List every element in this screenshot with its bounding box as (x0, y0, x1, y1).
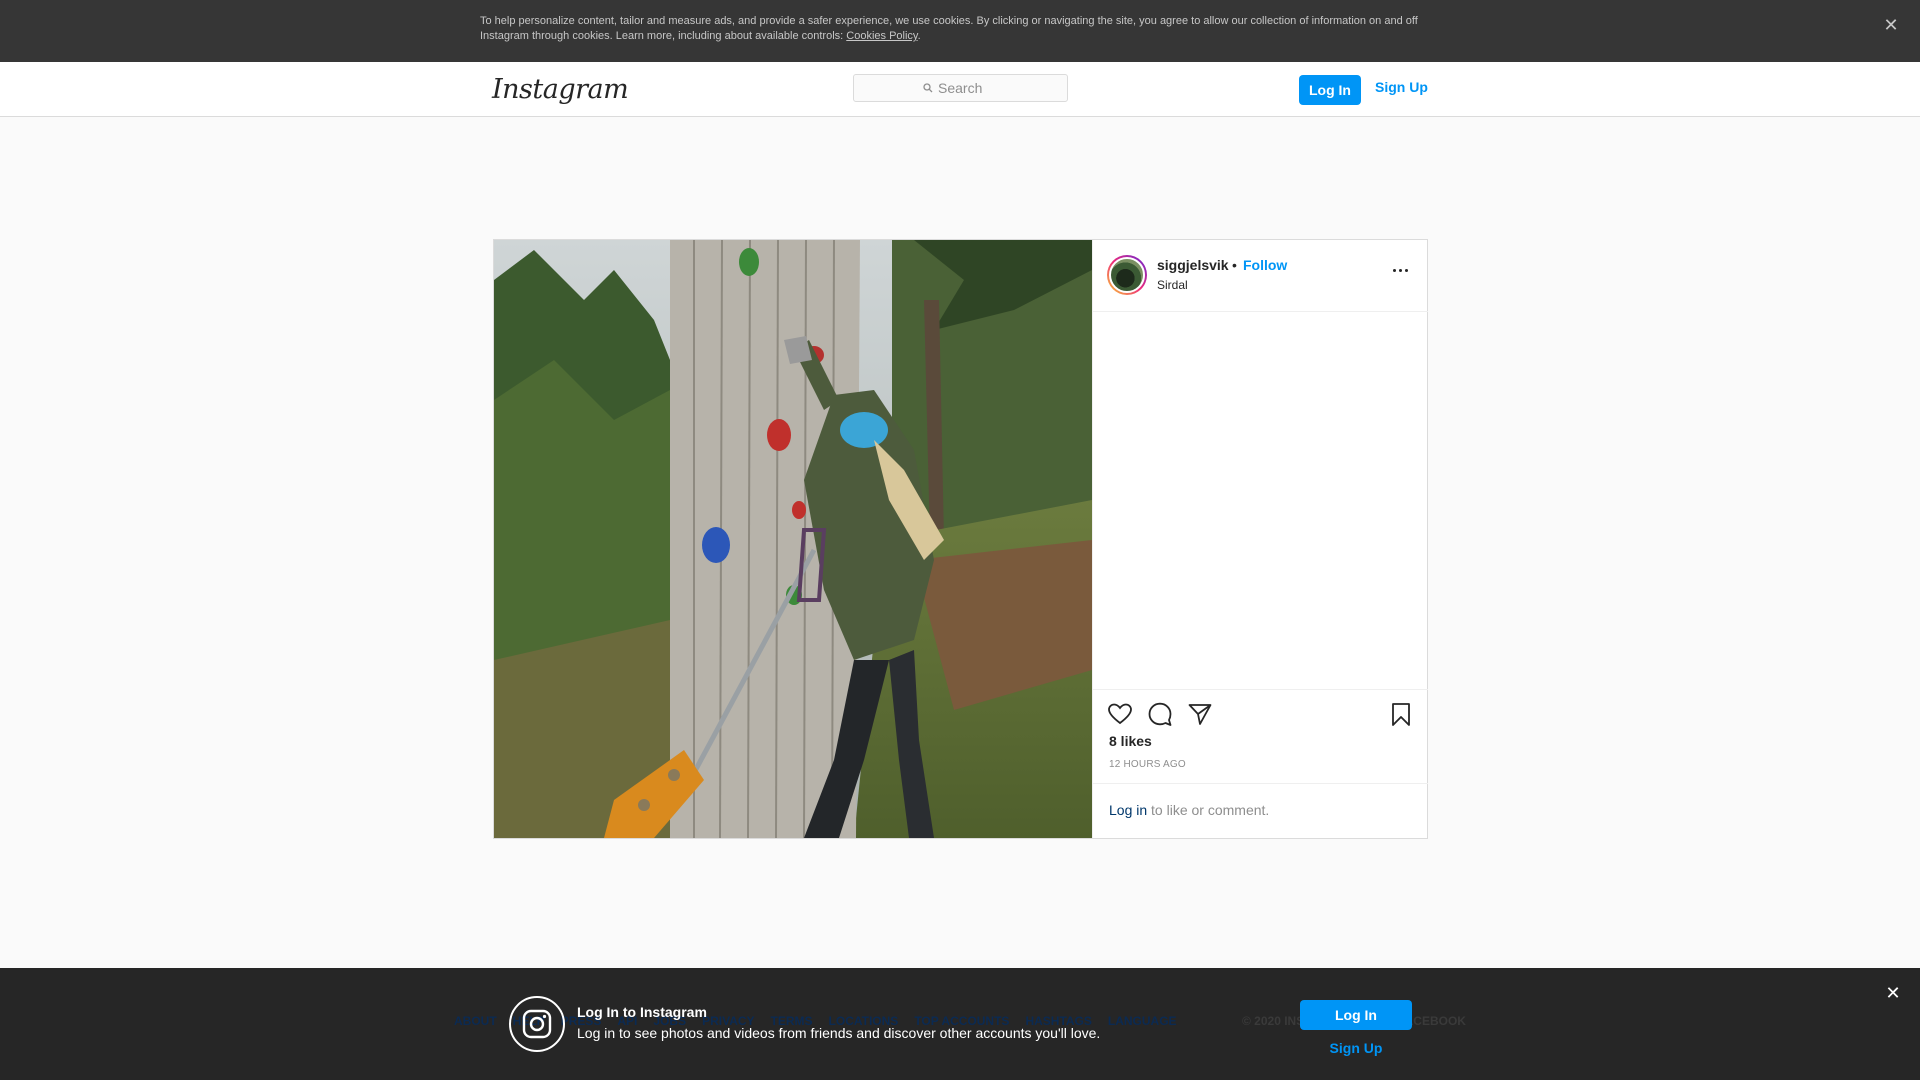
more-icon[interactable] (1393, 266, 1413, 274)
close-icon[interactable]: ✕ (1882, 16, 1900, 34)
cookie-text: To help personalize content, tailor and … (480, 14, 1425, 44)
footer-link-about[interactable]: ABOUT (454, 1014, 497, 1028)
username[interactable]: siggjelsvik (1157, 257, 1229, 273)
post-actions: 8 likes 12 HOURS AGO (1093, 689, 1428, 783)
avatar[interactable] (1107, 255, 1147, 295)
close-icon[interactable]: ✕ (1884, 984, 1902, 1002)
login-button[interactable]: Log In (1299, 75, 1361, 105)
login-bottom-bar: ABOUT HELP PRESS API JOBS PRIVACY TERMS … (0, 968, 1920, 1080)
instagram-glyph-icon (509, 996, 565, 1052)
follow-button[interactable]: Follow (1243, 257, 1287, 273)
cookies-policy-link[interactable]: Cookies Policy (846, 30, 917, 42)
location-link[interactable]: Sirdal (1157, 278, 1188, 292)
avatar-image (1109, 257, 1145, 293)
bookmark-icon[interactable] (1388, 701, 1414, 727)
climbing-wall-photo (494, 240, 1092, 838)
comment-icon[interactable] (1147, 701, 1173, 727)
heart-icon[interactable] (1107, 701, 1133, 727)
bottom-login-button[interactable]: Log In (1300, 1000, 1412, 1030)
top-nav: Instagram Log In Sign Up (0, 62, 1920, 117)
search-input-wrapper[interactable] (853, 74, 1068, 102)
post-header: siggjelsvik • Follow Sirdal (1093, 240, 1428, 312)
post-photo[interactable] (494, 240, 1092, 838)
likes-count[interactable]: 8 likes (1109, 733, 1152, 749)
share-icon[interactable] (1187, 701, 1213, 727)
post-card: siggjelsvik • Follow Sirdal 8 likes 12 H… (493, 239, 1428, 839)
login-prompt-subtitle: Log in to see photos and videos from fri… (577, 1025, 1101, 1041)
separator-dot: • (1232, 257, 1237, 273)
bottom-signup-link[interactable]: Sign Up (1300, 1040, 1412, 1056)
cookie-text-end: . (917, 30, 921, 42)
post-timestamp[interactable]: 12 HOURS AGO (1109, 759, 1186, 770)
footer-link-language[interactable]: LANGUAGE (1108, 1014, 1177, 1028)
instagram-logo[interactable]: Instagram (492, 74, 629, 105)
post-sidebar: siggjelsvik • Follow Sirdal 8 likes 12 H… (1092, 240, 1428, 838)
login-link[interactable]: Log in (1109, 802, 1147, 818)
cookie-banner: To help personalize content, tailor and … (0, 0, 1920, 62)
comment-prompt-text: to like or comment. (1147, 802, 1270, 818)
signup-link[interactable]: Sign Up (1375, 75, 1428, 105)
search-icon (923, 83, 933, 93)
search-input[interactable] (938, 80, 998, 96)
cookie-message: To help personalize content, tailor and … (480, 15, 1418, 42)
comment-prompt: Log in to like or comment. (1093, 783, 1428, 838)
login-prompt-title: Log In to Instagram (577, 1004, 707, 1020)
